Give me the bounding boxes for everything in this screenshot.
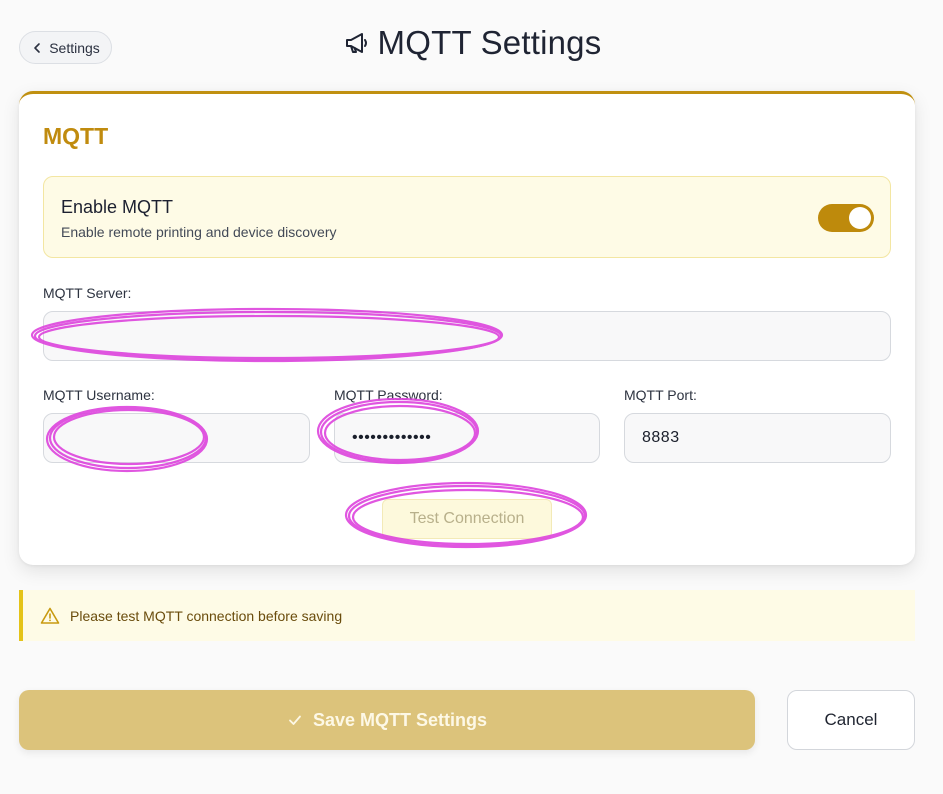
page-title: MQTT Settings (0, 24, 943, 62)
enable-mqtt-panel: Enable MQTT Enable remote printing and d… (43, 176, 891, 258)
page-title-text: MQTT Settings (377, 24, 602, 61)
mqtt-port-label: MQTT Port: (624, 387, 697, 403)
warning-text: Please test MQTT connection before savin… (70, 607, 343, 624)
mqtt-settings-page: Settings MQTT Settings MQTT Enable MQTT … (0, 0, 943, 794)
save-button-label: Save MQTT Settings (312, 709, 488, 730)
test-connection-button[interactable]: Test Connection (382, 499, 552, 539)
warning-triangle-icon (40, 607, 60, 624)
mqtt-server-input[interactable] (43, 311, 891, 361)
toggle-knob (849, 207, 871, 229)
enable-mqtt-description: Enable remote printing and device discov… (61, 224, 337, 240)
megaphone-icon (345, 33, 367, 53)
enable-mqtt-toggle[interactable] (818, 204, 874, 232)
enable-mqtt-title: Enable MQTT (61, 197, 174, 217)
mqtt-username-input[interactable] (43, 413, 310, 463)
warning-banner: Please test MQTT connection before savin… (19, 590, 915, 641)
mqtt-password-label: MQTT Password: (334, 387, 443, 403)
check-icon (289, 715, 301, 725)
mqtt-port-input[interactable]: 8883 (624, 413, 891, 463)
save-mqtt-settings-button[interactable]: Save MQTT Settings (19, 690, 755, 750)
mqtt-card: MQTT Enable MQTT Enable remote printing … (19, 91, 915, 565)
cancel-button[interactable]: Cancel (787, 690, 915, 750)
mqtt-username-label: MQTT Username: (43, 387, 155, 403)
mqtt-server-label: MQTT Server: (43, 285, 132, 301)
mqtt-password-input[interactable]: ••••••••••••• (334, 413, 600, 463)
card-heading: MQTT (43, 123, 109, 149)
